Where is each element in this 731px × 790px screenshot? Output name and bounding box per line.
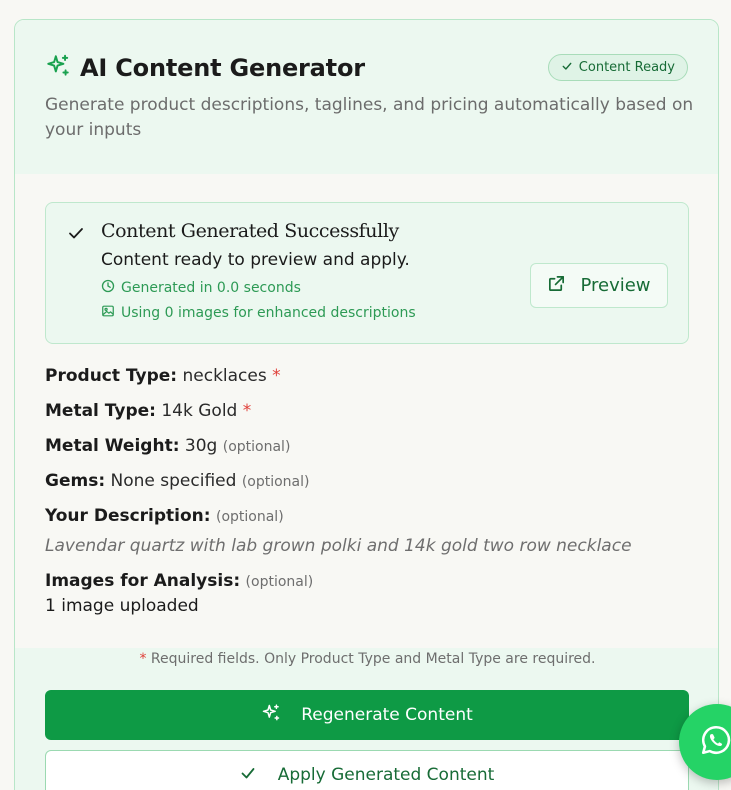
field-label: Images for Analysis: (45, 571, 241, 591)
check-icon (67, 224, 85, 242)
field-images: Images for Analysis: (optional) (45, 571, 313, 591)
preview-button[interactable]: Preview (530, 263, 668, 308)
field-label: Your Description: (45, 506, 211, 526)
field-metal-weight: Metal Weight: 30g (optional) (45, 436, 290, 456)
whatsapp-icon (699, 723, 731, 761)
field-value: 30g (184, 436, 218, 456)
field-description: Your Description: (optional) (45, 506, 284, 526)
field-label: Gems: (45, 471, 106, 491)
apply-button[interactable]: Apply Generated Content (45, 750, 689, 790)
success-panel: Content Generated Successfully Content r… (45, 202, 689, 344)
images-used-label: Using 0 images for enhanced descriptions (121, 305, 416, 321)
check-icon (240, 765, 278, 786)
apply-button-label: Apply Generated Content (277, 765, 495, 785)
required-marker: * (272, 366, 281, 386)
generation-time: Generated in 0.0 seconds (101, 279, 301, 297)
optional-marker: (optional) (245, 574, 314, 590)
status-badge-label: Content Ready (578, 60, 675, 75)
sparkles-icon (261, 703, 301, 728)
field-value: None specified (110, 471, 237, 491)
regenerate-button[interactable]: Regenerate Content (45, 690, 689, 740)
field-value: necklaces (182, 366, 267, 386)
check-icon (561, 60, 579, 76)
field-metal-type: Metal Type: 14k Gold * (45, 401, 251, 421)
field-product-type: Product Type: necklaces * (45, 366, 281, 386)
required-marker: * (242, 401, 252, 421)
title-row: AI Content Generator (45, 53, 365, 83)
clock-icon (101, 279, 121, 297)
field-label: Metal Weight: (45, 436, 180, 456)
field-value: 14k Gold (161, 401, 238, 421)
sparkles-icon (45, 53, 80, 83)
page-title: AI Content Generator (80, 54, 365, 82)
card-header: AI Content Generator Content Ready Gener… (15, 20, 718, 174)
images-value: 1 image uploaded (45, 596, 199, 616)
page-subtitle: Generate product descriptions, taglines,… (45, 95, 694, 140)
ai-content-generator-card: AI Content Generator Content Ready Gener… (14, 19, 719, 790)
required-marker: * (139, 651, 147, 667)
optional-marker: (optional) (216, 509, 284, 525)
field-label: Product Type: (45, 366, 178, 386)
optional-marker: (optional) (241, 474, 310, 490)
field-label: Metal Type: (45, 401, 156, 421)
success-title: Content Generated Successfully (101, 220, 399, 242)
required-note: * Required fields. Only Product Type and… (15, 651, 718, 667)
required-note-text: Required fields. Only Product Type and M… (150, 651, 596, 667)
field-gems: Gems: None specified (optional) (45, 471, 310, 491)
generation-time-label: Generated in 0.0 seconds (121, 280, 301, 296)
success-subtitle: Content ready to preview and apply. (101, 250, 410, 270)
optional-marker: (optional) (222, 439, 291, 455)
preview-button-label: Preview (580, 275, 651, 296)
status-badge: Content Ready (547, 54, 688, 81)
regenerate-button-label: Regenerate Content (301, 705, 473, 725)
image-icon (101, 304, 121, 322)
external-link-icon (547, 274, 580, 298)
images-used: Using 0 images for enhanced descriptions (101, 304, 416, 322)
description-value: Lavendar quartz with lab grown polki and… (45, 536, 632, 556)
